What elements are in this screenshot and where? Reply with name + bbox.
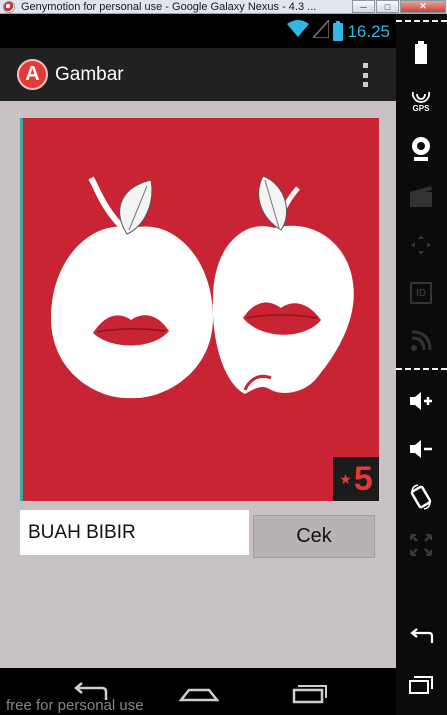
watermark-text: free for personal use [6, 697, 144, 714]
rotate-icon[interactable] [404, 480, 438, 514]
wifi-icon [287, 20, 310, 43]
signal-icon [311, 18, 331, 43]
volume-up-icon[interactable] [404, 384, 438, 418]
navigation-bar: free for personal use [0, 668, 396, 715]
emulator-recent-apps-icon[interactable] [404, 668, 438, 702]
recent-apps-icon[interactable] [286, 680, 330, 706]
maximize-button[interactable]: □ [376, 0, 399, 13]
host-window-title: Genymotion for personal use - Google Gal… [21, 0, 317, 13]
main-content: ★ 5 Cek [0, 101, 396, 668]
media-widget-icon [404, 180, 438, 214]
close-button[interactable]: ✕ [400, 0, 446, 13]
battery-widget-icon[interactable] [404, 36, 438, 70]
answer-input[interactable] [20, 510, 249, 555]
divider [396, 20, 447, 22]
puzzle-image: ★ 5 [20, 118, 379, 501]
id-label: ID [416, 287, 426, 299]
divider [396, 368, 447, 370]
volume-down-icon[interactable] [404, 432, 438, 466]
battery-icon [333, 20, 344, 41]
minimize-button[interactable]: ─ [352, 0, 375, 13]
gps-label: GPS [412, 103, 430, 113]
emulator-window: Genymotion for personal use - Google Gal… [0, 0, 447, 715]
pixel-perfect-icon [404, 528, 438, 562]
rss-widget-icon [404, 324, 438, 358]
page-title: Gambar [55, 64, 124, 85]
apples-with-lips-illustration [51, 175, 354, 399]
status-bar: 16.25 [0, 14, 396, 48]
star-icon: ★ [339, 470, 352, 487]
webcam-widget-icon[interactable] [404, 132, 438, 166]
check-button[interactable]: Cek [253, 515, 375, 558]
emulator-side-panel: GPS ID [396, 14, 447, 715]
gps-widget-icon[interactable]: GPS [404, 84, 438, 118]
app-logo-icon[interactable]: A [17, 59, 48, 90]
overflow-menu-icon[interactable] [356, 60, 374, 90]
left-apple-shape [51, 176, 213, 399]
dpad-widget-icon [404, 228, 438, 262]
right-apple-shape [212, 175, 354, 394]
home-icon[interactable] [177, 680, 221, 706]
level-number: 5 [353, 459, 373, 498]
action-bar: A Gambar [0, 48, 396, 101]
emulator-back-icon[interactable] [404, 620, 438, 654]
host-title-bar: Genymotion for personal use - Google Gal… [0, 0, 447, 14]
status-time: 16.25 [347, 21, 390, 41]
genymotion-logo-icon [3, 0, 15, 13]
device-id-widget-icon: ID [404, 276, 438, 310]
level-badge: ★ 5 [333, 457, 379, 501]
